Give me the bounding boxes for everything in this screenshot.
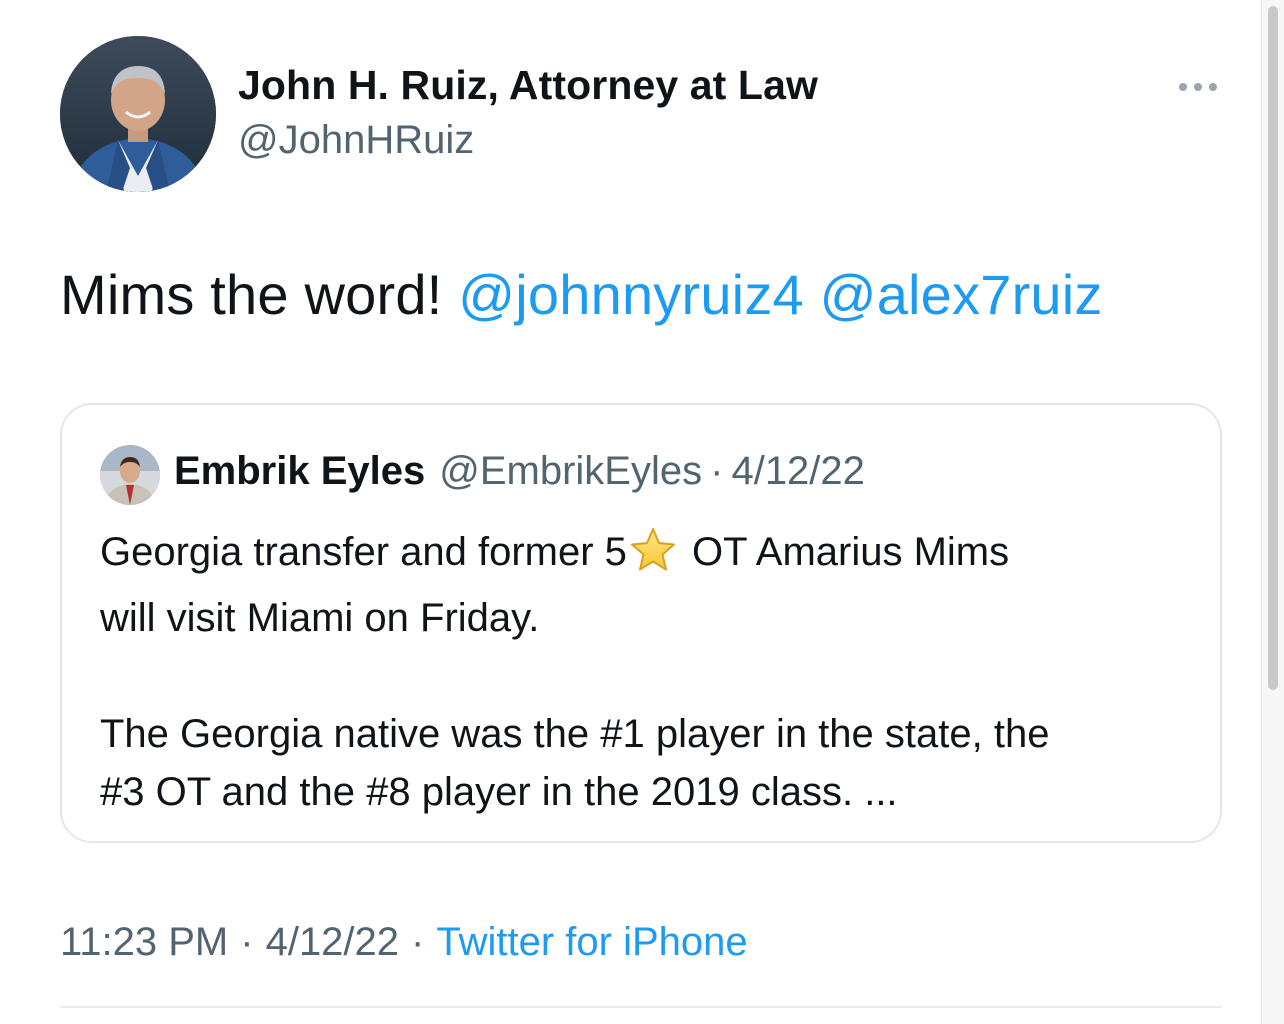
profile-photo-icon (60, 36, 216, 192)
quoted-line-text: OT Amarius Mims (680, 530, 1010, 574)
mention-link[interactable]: @alex7ruiz (820, 263, 1103, 326)
author-avatar[interactable] (60, 36, 216, 192)
quoted-line: Georgia transfer and former 5 OT Amarius… (100, 523, 1190, 589)
tweet-date[interactable]: 4/12/22 (266, 920, 399, 965)
more-options-button[interactable] (1170, 70, 1226, 104)
tweet-body-text: Mims the word! (60, 263, 443, 326)
quoted-tweet-header: Embrik Eyles @EmbrikEyles · 4/12/22 (174, 449, 865, 494)
tweet-source-link[interactable]: Twitter for iPhone (436, 920, 747, 965)
separator-dot: · (710, 449, 724, 493)
quoted-author-handle[interactable]: @EmbrikEyles (439, 449, 702, 494)
author-name[interactable]: John H. Ruiz, Attorney at Law (238, 62, 818, 109)
quoted-tweet-text: Georgia transfer and former 5 OT Amarius… (100, 523, 1190, 821)
quoted-tweet-date[interactable]: 4/12/22 (731, 449, 864, 494)
quoted-line: will visit Miami on Friday. (100, 596, 540, 640)
quoted-line-text: Georgia transfer and former 5 (100, 530, 627, 574)
mention-link[interactable]: @johnnyruiz4 (458, 263, 804, 326)
separator-dot: · (411, 920, 425, 964)
more-dot-icon (1194, 83, 1202, 91)
quoted-line: #3 OT and the #8 player in the 2019 clas… (100, 770, 898, 814)
tweet-text: Mims the word! @johnnyruiz4 @alex7ruiz (60, 262, 1103, 327)
scrollbar[interactable] (1261, 0, 1284, 1024)
quoted-author-name[interactable]: Embrik Eyles (174, 449, 425, 494)
divider (60, 1006, 1222, 1008)
author-handle[interactable]: @JohnHRuiz (238, 118, 474, 163)
scrollbar-thumb[interactable] (1268, 6, 1278, 690)
more-dot-icon (1209, 83, 1217, 91)
quoted-line: The Georgia native was the #1 player in … (100, 712, 1050, 756)
tweet-meta: 11:23 PM · 4/12/22 · Twitter for iPhone (60, 920, 748, 965)
quoted-author-avatar[interactable] (100, 445, 160, 505)
quoted-tweet-card[interactable]: Embrik Eyles @EmbrikEyles · 4/12/22 Geor… (60, 403, 1222, 843)
more-dot-icon (1179, 83, 1187, 91)
profile-photo-icon (100, 445, 160, 505)
star-icon (629, 527, 677, 589)
tweet-time[interactable]: 11:23 PM (60, 920, 228, 965)
separator-dot: · (240, 920, 254, 964)
